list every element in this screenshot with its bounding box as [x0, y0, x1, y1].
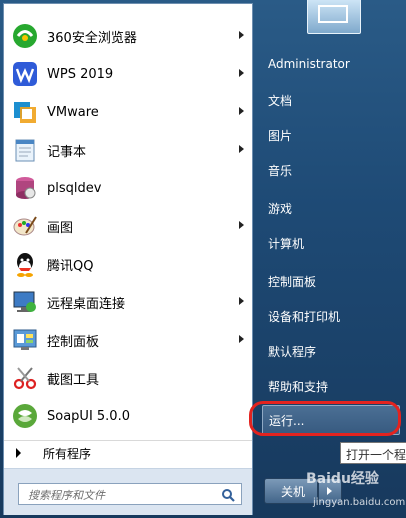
shutdown-label: 关机 [281, 485, 306, 499]
search-icon[interactable] [221, 487, 235, 506]
places-pane: Administrator 文档 图片 音乐 游戏 计算机 控制面板 设备和打印… [258, 0, 406, 518]
program-item-wps[interactable]: WPS 2019 [4, 56, 252, 92]
triangle-right-icon [16, 448, 21, 458]
right-item-help-support[interactable]: 帮助和支持 [268, 378, 328, 395]
program-label: 记事本 [47, 144, 87, 160]
chevron-right-icon [239, 221, 244, 229]
all-programs-label: 所有程序 [43, 446, 92, 461]
program-item-control-panel[interactable]: 控制面板 [4, 322, 252, 358]
highlight-circle [249, 401, 401, 436]
notepad-icon [11, 136, 39, 164]
program-label: plsqldev [47, 180, 102, 196]
program-label: WPS 2019 [47, 66, 114, 82]
program-item-paint[interactable]: 画图 [4, 208, 252, 244]
program-label: 远程桌面连接 [47, 296, 126, 312]
program-item-soapui[interactable]: SoapUI 5.0.0 [4, 398, 252, 434]
right-item-pictures[interactable]: 图片 [268, 127, 292, 144]
programs-pane: 360安全浏览器 WPS 2019 VMware 记事本 plsqldev 画图… [3, 3, 253, 515]
program-label: 360安全浏览器 [47, 30, 137, 46]
program-item-vmware[interactable]: VMware [4, 94, 252, 130]
all-programs-button[interactable]: 所有程序 [4, 440, 252, 465]
qq-icon [11, 250, 39, 278]
right-item-administrator[interactable]: Administrator [268, 57, 350, 71]
right-item-games[interactable]: 游戏 [268, 200, 292, 217]
right-item-default-programs[interactable]: 默认程序 [268, 343, 316, 360]
plsqldev-icon [11, 174, 39, 202]
right-item-control-panel[interactable]: 控制面板 [268, 273, 316, 290]
right-item-devices-printers[interactable]: 设备和打印机 [268, 308, 340, 325]
360-browser-icon [11, 22, 39, 50]
chevron-right-icon [239, 69, 244, 77]
search-placeholder: 搜索程序和文件 [28, 489, 105, 502]
chevron-right-icon [239, 145, 244, 153]
control-panel-icon [11, 326, 39, 354]
chevron-right-icon [239, 31, 244, 39]
program-label: VMware [47, 104, 99, 120]
snipping-tool-icon [11, 364, 39, 392]
right-item-documents[interactable]: 文档 [268, 92, 292, 109]
search-row: 搜索程序和文件 [4, 468, 252, 515]
chevron-right-icon [239, 297, 244, 305]
program-label: 画图 [47, 220, 74, 236]
vmware-icon [11, 98, 39, 126]
tooltip-text: 打开一个程 [346, 448, 406, 462]
program-item-notepad[interactable]: 记事本 [4, 132, 252, 168]
watermark-url: jingyan.baidu.com [313, 497, 406, 508]
program-item-qq[interactable]: 腾讯QQ [4, 246, 252, 282]
chevron-right-icon [239, 335, 244, 343]
search-input[interactable]: 搜索程序和文件 [18, 483, 242, 505]
right-item-computer[interactable]: 计算机 [268, 235, 304, 252]
start-menu: 360安全浏览器 WPS 2019 VMware 记事本 plsqldev 画图… [0, 0, 406, 518]
right-item-music[interactable]: 音乐 [268, 162, 292, 179]
wps-icon [11, 60, 39, 88]
remote-desktop-icon [11, 288, 39, 316]
watermark: Baidu经验 [306, 471, 379, 487]
chevron-right-icon [239, 107, 244, 115]
soapui-icon [11, 402, 39, 430]
paint-icon [11, 212, 39, 240]
program-item-snipping-tool[interactable]: 截图工具 [4, 360, 252, 396]
program-label: 截图工具 [47, 372, 100, 388]
program-label: 腾讯QQ [47, 258, 94, 274]
program-item-360-browser[interactable]: 360安全浏览器 [4, 18, 252, 54]
program-label: SoapUI 5.0.0 [47, 408, 130, 424]
program-item-remote-desktop[interactable]: 远程桌面连接 [4, 284, 252, 320]
run-tooltip: 打开一个程 [340, 442, 406, 464]
program-label: 控制面板 [47, 334, 100, 350]
program-item-plsqldev[interactable]: plsqldev [4, 170, 252, 206]
